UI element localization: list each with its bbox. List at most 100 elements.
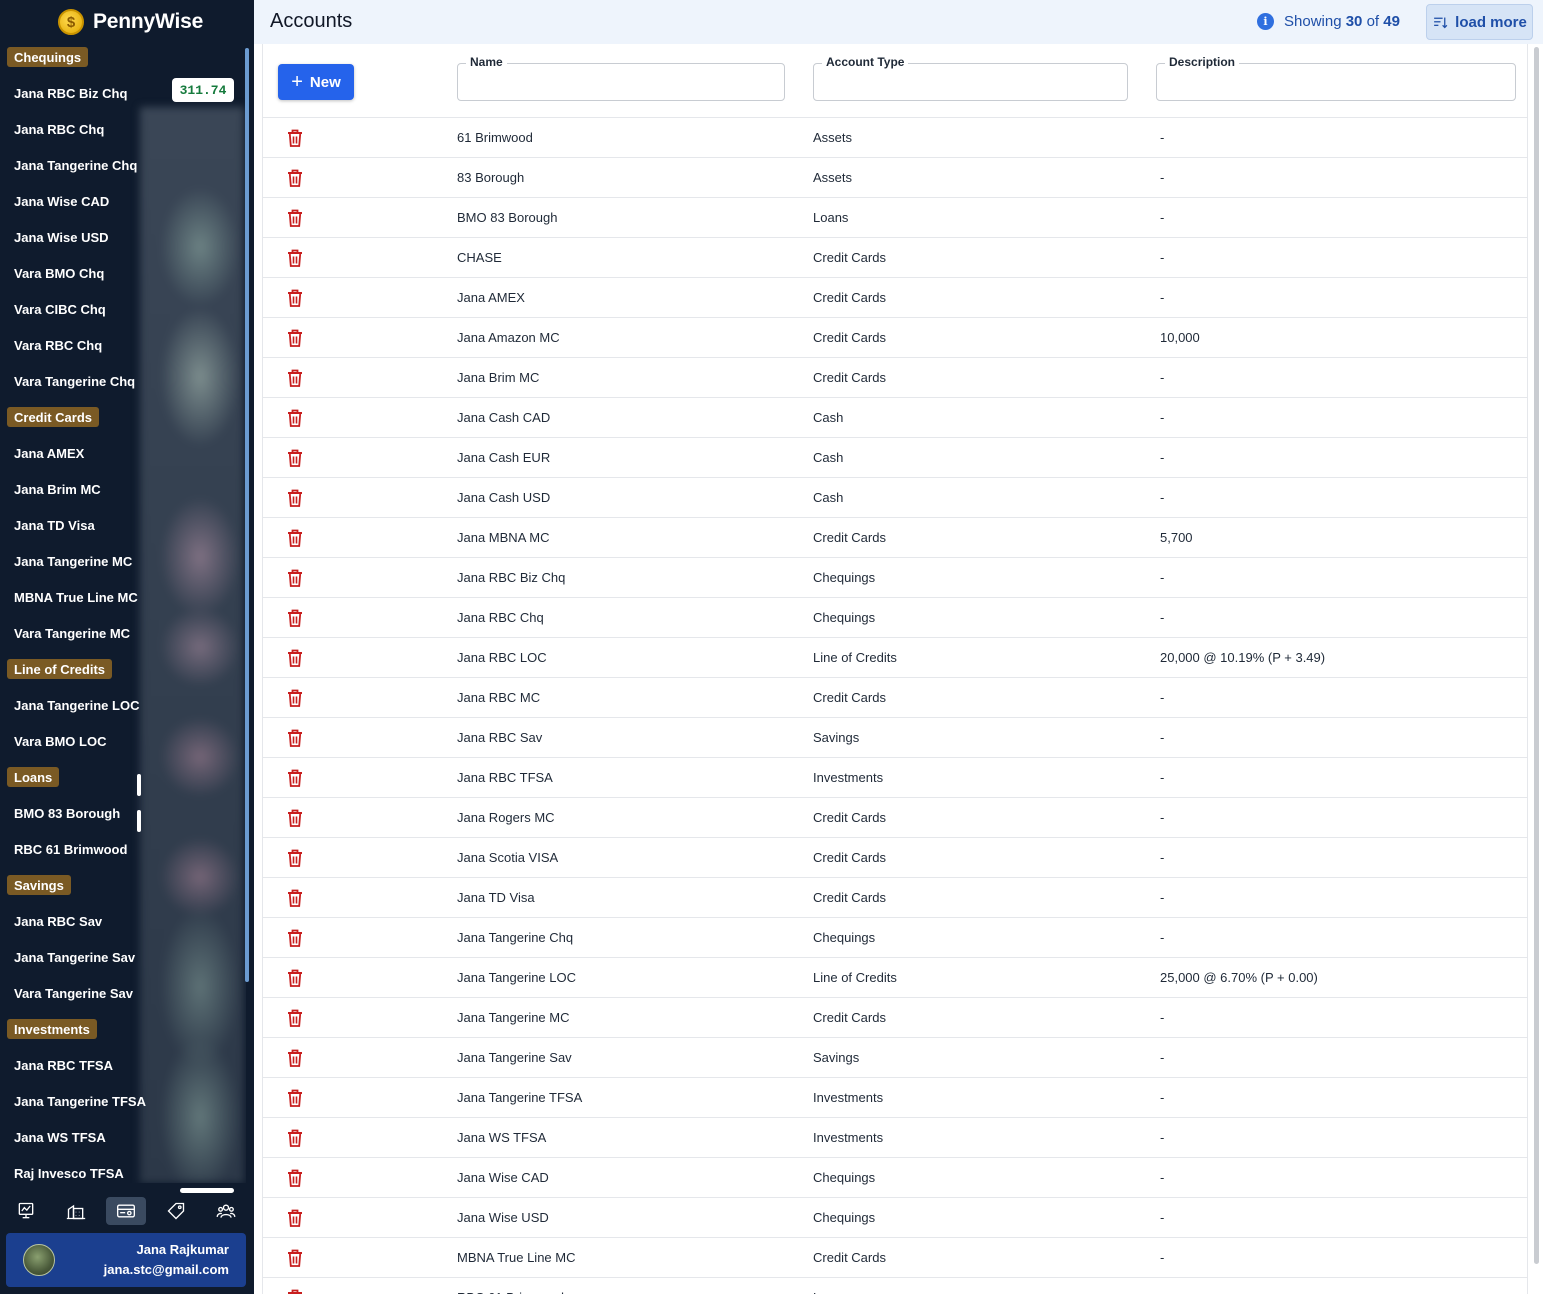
- new-account-button[interactable]: + New: [278, 64, 354, 100]
- user-card[interactable]: Jana Rajkumar jana.stc@gmail.com: [6, 1233, 246, 1287]
- table-row[interactable]: Jana Wise CAD Chequings -: [263, 1157, 1528, 1197]
- sidebar-account-item[interactable]: Vara Tangerine MC: [14, 623, 130, 643]
- table-row[interactable]: BMO 83 Borough Loans -: [263, 197, 1528, 237]
- sidebar-account-item[interactable]: Jana Tangerine Chq: [14, 155, 137, 175]
- delete-trash-icon[interactable]: [287, 409, 303, 427]
- delete-trash-icon[interactable]: [287, 169, 303, 187]
- delete-trash-icon[interactable]: [287, 1249, 303, 1267]
- sidebar-account-item[interactable]: Raj Invesco TFSA: [14, 1163, 124, 1183]
- sidebar-account-item[interactable]: Jana Wise CAD: [14, 191, 109, 211]
- sidebar-account-item[interactable]: Jana Tangerine TFSA: [14, 1091, 146, 1111]
- table-row[interactable]: Jana RBC Biz Chq Chequings -: [263, 557, 1528, 597]
- delete-trash-icon[interactable]: [287, 689, 303, 707]
- sidebar-account-item[interactable]: Jana Brim MC: [14, 479, 101, 499]
- nav-accounts-button[interactable]: [106, 1197, 146, 1225]
- delete-trash-icon[interactable]: [287, 769, 303, 787]
- delete-trash-icon[interactable]: [287, 1209, 303, 1227]
- sidebar-account-item[interactable]: MBNA True Line MC: [14, 587, 138, 607]
- nav-properties-button[interactable]: [56, 1197, 96, 1225]
- sidebar-account-item[interactable]: Jana Tangerine Sav: [14, 947, 135, 967]
- account-type-cell: Cash: [813, 410, 844, 425]
- delete-trash-icon[interactable]: [287, 849, 303, 867]
- table-row[interactable]: Jana Cash USD Cash -: [263, 477, 1528, 517]
- delete-trash-icon[interactable]: [287, 489, 303, 507]
- table-row[interactable]: Jana Scotia VISA Credit Cards -: [263, 837, 1528, 877]
- delete-trash-icon[interactable]: [287, 1289, 303, 1294]
- delete-trash-icon[interactable]: [287, 1089, 303, 1107]
- sidebar-account-item[interactable]: Jana WS TFSA: [14, 1127, 106, 1147]
- delete-trash-icon[interactable]: [287, 889, 303, 907]
- sidebar-account-item[interactable]: BMO 83 Borough: [14, 803, 120, 823]
- nav-tags-button[interactable]: [156, 1197, 196, 1225]
- table-row[interactable]: Jana Wise USD Chequings -: [263, 1197, 1528, 1237]
- delete-trash-icon[interactable]: [287, 289, 303, 307]
- table-row[interactable]: Jana RBC MC Credit Cards -: [263, 677, 1528, 717]
- table-row[interactable]: Jana Tangerine TFSA Investments -: [263, 1077, 1528, 1117]
- table-row[interactable]: Jana Amazon MC Credit Cards 10,000: [263, 317, 1528, 357]
- sidebar-account-item[interactable]: Jana TD Visa: [14, 515, 95, 535]
- sidebar-account-item[interactable]: Vara RBC Chq: [14, 335, 102, 355]
- table-row[interactable]: Jana Brim MC Credit Cards -: [263, 357, 1528, 397]
- delete-trash-icon[interactable]: [287, 209, 303, 227]
- description-filter-label: Description: [1165, 55, 1240, 69]
- sidebar-account-item[interactable]: RBC 61 Brimwood: [14, 839, 127, 859]
- table-row[interactable]: Jana RBC TFSA Investments -: [263, 757, 1528, 797]
- delete-trash-icon[interactable]: [287, 929, 303, 947]
- table-row[interactable]: Jana Tangerine MC Credit Cards -: [263, 997, 1528, 1037]
- delete-trash-icon[interactable]: [287, 1009, 303, 1027]
- delete-trash-icon[interactable]: [287, 1129, 303, 1147]
- delete-trash-icon[interactable]: [287, 369, 303, 387]
- nav-dashboard-button[interactable]: [6, 1197, 46, 1225]
- delete-trash-icon[interactable]: [287, 329, 303, 347]
- delete-trash-icon[interactable]: [287, 649, 303, 667]
- delete-trash-icon[interactable]: [287, 809, 303, 827]
- table-row[interactable]: Jana TD Visa Credit Cards -: [263, 877, 1528, 917]
- table-row[interactable]: CHASE Credit Cards -: [263, 237, 1528, 277]
- table-row[interactable]: MBNA True Line MC Credit Cards -: [263, 1237, 1528, 1277]
- table-row[interactable]: RBC 61 Brimwood Loans -: [263, 1277, 1528, 1294]
- main-scrollbar[interactable]: [1534, 47, 1539, 1264]
- sidebar-account-item[interactable]: Jana Tangerine LOC: [14, 695, 139, 715]
- delete-trash-icon[interactable]: [287, 529, 303, 547]
- delete-trash-icon[interactable]: [287, 449, 303, 467]
- delete-trash-icon[interactable]: [287, 129, 303, 147]
- delete-trash-icon[interactable]: [287, 1049, 303, 1067]
- brand[interactable]: $ PennyWise: [58, 7, 203, 37]
- table-row[interactable]: Jana WS TFSA Investments -: [263, 1117, 1528, 1157]
- sidebar-account-item[interactable]: Vara BMO LOC: [14, 731, 106, 751]
- table-row[interactable]: Jana RBC LOC Line of Credits 20,000 @ 10.1…: [263, 637, 1528, 677]
- sidebar-account-item[interactable]: Vara BMO Chq: [14, 263, 104, 283]
- sidebar-account-item[interactable]: Jana Wise USD: [14, 227, 109, 247]
- nav-people-button[interactable]: [206, 1197, 246, 1225]
- table-row[interactable]: Jana MBNA MC Credit Cards 5,700: [263, 517, 1528, 557]
- table-row[interactable]: Jana AMEX Credit Cards -: [263, 277, 1528, 317]
- load-more-button[interactable]: load more: [1426, 4, 1533, 40]
- table-row[interactable]: Jana Cash CAD Cash -: [263, 397, 1528, 437]
- sidebar-account-item[interactable]: Jana AMEX: [14, 443, 84, 463]
- delete-trash-icon[interactable]: [287, 1169, 303, 1187]
- delete-trash-icon[interactable]: [287, 729, 303, 747]
- delete-trash-icon[interactable]: [287, 569, 303, 587]
- table-row[interactable]: Jana Tangerine LOC Line of Credits 25,000 …: [263, 957, 1528, 997]
- sidebar-account-item[interactable]: Vara CIBC Chq: [14, 299, 106, 319]
- sidebar-account-item[interactable]: Vara Tangerine Sav: [14, 983, 133, 1003]
- sidebar-account-item[interactable]: Jana RBC TFSA: [14, 1055, 113, 1075]
- delete-trash-icon[interactable]: [287, 609, 303, 627]
- table-row[interactable]: Jana Tangerine Sav Savings -: [263, 1037, 1528, 1077]
- table-row[interactable]: Jana RBC Sav Savings -: [263, 717, 1528, 757]
- sidebar-account-item[interactable]: Jana RBC Biz Chq: [14, 83, 127, 103]
- table-row[interactable]: Jana Rogers MC Credit Cards -: [263, 797, 1528, 837]
- sidebar-account-item[interactable]: Jana RBC Chq: [14, 119, 104, 139]
- table-row[interactable]: 61 Brimwood Assets -: [263, 117, 1528, 157]
- delete-trash-icon[interactable]: [287, 969, 303, 987]
- account-description-cell: -: [1160, 570, 1165, 585]
- sidebar-account-item[interactable]: Jana Tangerine MC: [14, 551, 132, 571]
- table-row[interactable]: Jana Cash EUR Cash -: [263, 437, 1528, 477]
- sidebar-account-item[interactable]: Jana RBC Sav: [14, 911, 102, 931]
- sidebar-account-item[interactable]: Vara Tangerine Chq: [14, 371, 135, 391]
- table-row[interactable]: Jana RBC Chq Chequings -: [263, 597, 1528, 637]
- delete-trash-icon[interactable]: [287, 249, 303, 267]
- sidebar-scrollbar[interactable]: [245, 48, 249, 982]
- table-row[interactable]: Jana Tangerine Chq Chequings -: [263, 917, 1528, 957]
- table-row[interactable]: 83 Borough Assets -: [263, 157, 1528, 197]
